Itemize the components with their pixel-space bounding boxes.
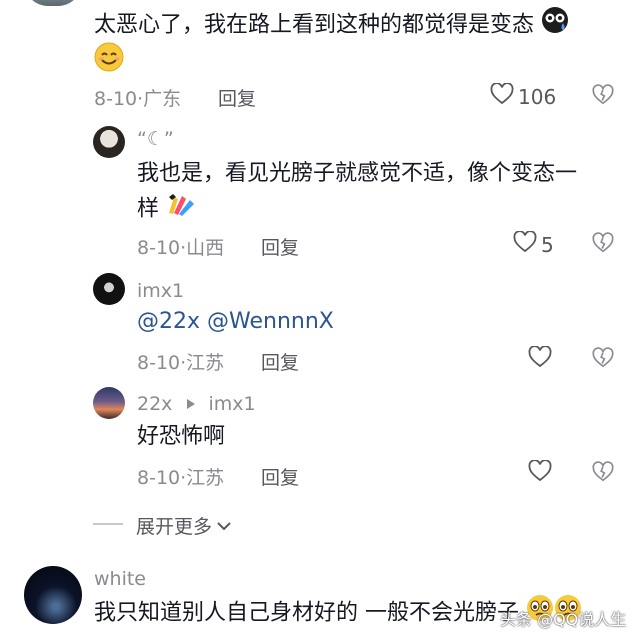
heart-icon (528, 345, 552, 373)
comment-username[interactable]: imx1 (137, 280, 184, 302)
comment-meta: 8-10·江苏 (137, 463, 224, 490)
dislike-button[interactable] (592, 232, 614, 258)
comment-region: 山西 (186, 237, 225, 259)
like-button[interactable]: 5 (513, 230, 554, 258)
reply-button[interactable]: 回复 (261, 233, 299, 260)
rainbow-emoji-icon (166, 191, 196, 228)
reply-button[interactable]: 回复 (261, 348, 299, 375)
comment-text-content: 太恶心了，我在路上看到这种的都觉得是变态 (94, 12, 535, 38)
comment-text: 我也是，看见光膀子就感觉不适，像个变态一 样 (137, 157, 577, 228)
comment-region: 江苏 (186, 467, 225, 489)
comment-text: 好恐怖啊 (137, 424, 226, 449)
chevron-down-icon (216, 515, 232, 537)
dislike-button[interactable] (592, 84, 614, 110)
avatar[interactable] (24, 0, 82, 6)
like-button[interactable] (528, 345, 552, 373)
heart-icon (513, 230, 537, 258)
like-button[interactable] (528, 459, 552, 487)
comment-date: 8-10 (137, 467, 181, 489)
comment-text-content: 我只知道别人自己身材好的 一般不会光膀子 (94, 600, 519, 626)
avatar[interactable] (93, 126, 125, 158)
comment-username: 22x imx1 (137, 393, 256, 415)
comment-date: 8-10 (94, 88, 138, 110)
comment-meta: 8-10·山西 (137, 233, 224, 260)
broken-heart-icon (592, 232, 614, 253)
broken-heart-icon (592, 461, 614, 482)
expand-more-label: 展开更多 (136, 516, 213, 538)
avatar[interactable] (24, 566, 82, 624)
expand-more-button[interactable]: 展开更多 (136, 512, 232, 539)
like-count: 5 (541, 232, 554, 257)
dislike-button[interactable] (592, 461, 614, 487)
broken-heart-icon (592, 84, 614, 105)
heart-icon (528, 459, 552, 487)
comment-username[interactable]: white (94, 568, 146, 590)
comment-text-line: 样 (137, 196, 160, 222)
expand-more-divider (93, 523, 123, 525)
comment-meta: 8-10·江苏 (137, 348, 224, 375)
comment-region: 广东 (143, 88, 182, 110)
reply-button[interactable]: 回复 (261, 463, 299, 490)
comment-username[interactable]: “☾” (137, 128, 174, 150)
comment-text: 太恶心了，我在路上看到这种的都觉得是变态 (94, 6, 569, 45)
comment-region: 江苏 (186, 352, 225, 374)
comment-date: 8-10 (137, 352, 181, 374)
face-with-tear-emoji-icon (541, 6, 569, 45)
broken-heart-icon (592, 347, 614, 368)
reply-to-username[interactable]: imx1 (209, 393, 256, 415)
smile-emoji-icon (94, 42, 124, 76)
avatar[interactable] (93, 387, 125, 419)
comment-text-line: 我也是，看见光膀子就感觉不适，像个变态一 (137, 161, 578, 186)
watermark: 头条 @QQ说人生 (500, 610, 627, 629)
like-button[interactable]: 106 (490, 82, 557, 110)
reply-button[interactable]: 回复 (218, 84, 256, 111)
dislike-button[interactable] (592, 347, 614, 373)
reply-arrow-icon (186, 393, 196, 415)
comment-meta: 8-10·广东 (94, 84, 181, 111)
avatar[interactable] (93, 273, 125, 305)
like-count: 106 (518, 84, 557, 109)
comment-username-text[interactable]: 22x (137, 393, 172, 415)
comment-date: 8-10 (137, 237, 181, 259)
comment-mentions[interactable]: @22x @WennnnX (137, 305, 334, 339)
heart-icon (490, 82, 514, 110)
